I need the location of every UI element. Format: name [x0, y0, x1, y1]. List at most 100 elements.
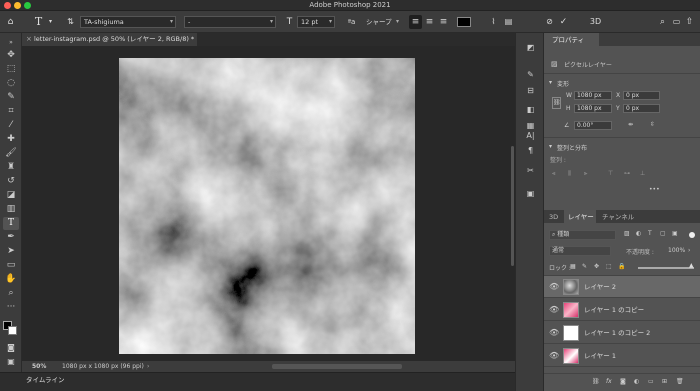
filter-toggle[interactable]: [689, 232, 695, 238]
opacity-value[interactable]: 100%: [668, 247, 685, 254]
timeline-tab[interactable]: タイムライン: [26, 376, 65, 384]
lock-image-icon[interactable]: ✎: [582, 263, 587, 270]
align-top-edges-icon[interactable]: ⊤: [608, 170, 613, 177]
text-color-swatch[interactable]: [457, 17, 471, 27]
font-style-select[interactable]: - ▾: [184, 16, 276, 28]
color-panel-icon[interactable]: ◧: [524, 103, 537, 116]
character-panel-icon[interactable]: ▤: [502, 15, 515, 29]
zoom-tool-icon[interactable]: ⌕: [3, 287, 19, 300]
libraries-icon[interactable]: ▣: [524, 187, 537, 200]
height-field[interactable]: 1080 px: [574, 104, 612, 113]
close-tab-icon[interactable]: ×: [26, 33, 32, 46]
visibility-eye-icon[interactable]: 👁: [549, 282, 559, 291]
chevron-down-icon[interactable]: ▾: [44, 15, 57, 29]
rectangle-tool-icon[interactable]: ▭: [3, 259, 19, 272]
workspace-icon[interactable]: ▭: [670, 15, 683, 29]
warp-text-icon[interactable]: ⌇: [487, 15, 500, 29]
filter-adjustment-icon[interactable]: ◐: [636, 230, 641, 237]
chevron-down-icon[interactable]: ▾: [549, 143, 552, 150]
chevron-down-icon[interactable]: ▾: [549, 79, 552, 86]
search-icon[interactable]: ⌕: [656, 15, 669, 29]
visibility-eye-icon[interactable]: 👁: [549, 305, 559, 314]
path-selection-tool-icon[interactable]: ➤: [3, 245, 19, 258]
document-tab[interactable]: × letter-instagram.psd @ 50% (レイヤー 2, RG…: [22, 33, 197, 46]
y-field[interactable]: 0 px: [623, 104, 660, 113]
angle-field[interactable]: 0.00°: [574, 121, 612, 130]
eyedropper-tool-icon[interactable]: ⁄: [3, 119, 19, 132]
history-panel-icon[interactable]: ◩: [524, 41, 537, 54]
hand-tool-icon[interactable]: ✋: [3, 273, 19, 286]
clone-stamp-tool-icon[interactable]: ♜: [3, 161, 19, 174]
chevron-right-icon[interactable]: ›: [688, 247, 690, 254]
horizontal-scrollbar[interactable]: [272, 364, 402, 369]
cancel-icon[interactable]: ⊘: [543, 15, 556, 29]
more-options-icon[interactable]: •••: [649, 186, 660, 193]
layer-row[interactable]: 👁 レイヤー 1: [544, 345, 700, 367]
new-layer-icon[interactable]: ⊞: [662, 378, 667, 385]
gradient-tool-icon[interactable]: ▥: [3, 203, 19, 216]
tools-preset-icon[interactable]: ✂: [524, 164, 537, 177]
layer-filter-select[interactable]: ⌕ 種類: [549, 230, 616, 240]
pen-tool-icon[interactable]: ✒: [3, 231, 19, 244]
background-color-swatch[interactable]: [8, 326, 17, 335]
layer-row[interactable]: 👁 レイヤー 1 のコピー: [544, 299, 700, 321]
align-center-icon[interactable]: ≡: [423, 15, 436, 29]
history-brush-tool-icon[interactable]: ↺: [3, 175, 19, 188]
quick-mask-icon[interactable]: ◙: [3, 341, 19, 354]
new-group-icon[interactable]: ▭: [648, 378, 654, 385]
scrollbar-thumb[interactable]: [511, 146, 514, 266]
commit-check-icon[interactable]: ✓: [557, 15, 570, 29]
visibility-eye-icon[interactable]: 👁: [549, 351, 559, 360]
screen-mode-icon[interactable]: ▣: [3, 355, 19, 368]
slider-handle-icon[interactable]: ▲: [689, 262, 694, 269]
flip-horizontal-icon[interactable]: ⇹: [628, 121, 633, 128]
paragraph-panel-icon[interactable]: ¶: [524, 144, 537, 157]
eraser-tool-icon[interactable]: ◪: [3, 189, 19, 202]
add-mask-icon[interactable]: ◙: [620, 378, 626, 385]
marquee-tool-icon[interactable]: ⬚: [3, 63, 19, 76]
x-field[interactable]: 0 px: [623, 91, 660, 100]
align-right-edges-icon[interactable]: ⫸: [584, 170, 587, 178]
tab-channels[interactable]: チャンネル: [602, 211, 634, 223]
link-dimensions-icon[interactable]: ⛓: [552, 97, 561, 109]
align-vertical-centers-icon[interactable]: ⊶: [624, 170, 630, 177]
width-field[interactable]: 1080 px: [574, 91, 612, 100]
zoom-level[interactable]: 50%: [32, 361, 46, 372]
align-right-icon[interactable]: ≡: [437, 15, 450, 29]
visibility-eye-icon[interactable]: 👁: [549, 328, 559, 337]
lock-transparent-icon[interactable]: ▦: [570, 263, 576, 270]
lock-all-icon[interactable]: 🔒: [618, 263, 625, 270]
flip-vertical-icon[interactable]: ⇳: [650, 121, 655, 128]
info-menu-icon[interactable]: ›: [147, 361, 149, 372]
brush-settings-icon[interactable]: ✎: [524, 68, 537, 81]
filter-smart-object-icon[interactable]: ▣: [672, 230, 678, 237]
3d-icon[interactable]: 3D: [589, 15, 602, 29]
home-icon[interactable]: ⌂: [4, 15, 17, 29]
brush-tool-icon[interactable]: 🖌: [3, 147, 19, 160]
lock-artboard-icon[interactable]: ⬚: [606, 263, 612, 270]
character-panel-icon[interactable]: A|: [524, 129, 537, 142]
filter-pixel-icon[interactable]: ▨: [624, 230, 630, 237]
healing-brush-tool-icon[interactable]: ✚: [3, 133, 19, 146]
font-size-select[interactable]: 12 pt ▾: [297, 16, 335, 28]
font-family-select[interactable]: TA-shigiuma ▾: [80, 16, 176, 28]
type-tool-icon[interactable]: T: [3, 217, 19, 230]
filter-shape-icon[interactable]: ▢: [660, 230, 666, 237]
align-bottom-edges-icon[interactable]: ⊥: [640, 170, 645, 177]
toolbar-collapse-icon[interactable]: »: [3, 36, 19, 49]
text-orientation-icon[interactable]: ⇅: [64, 15, 77, 29]
move-tool-icon[interactable]: ✥: [3, 49, 19, 62]
crop-tool-icon[interactable]: ⌗: [3, 105, 19, 118]
align-left-edges-icon[interactable]: ⫷: [552, 170, 555, 178]
anti-alias-select[interactable]: シャープ ▾: [362, 16, 402, 28]
fill-slider[interactable]: [638, 267, 694, 269]
filter-type-icon[interactable]: T: [648, 230, 652, 237]
lock-position-icon[interactable]: ✥: [594, 263, 599, 270]
adjustments-icon[interactable]: ⊟: [524, 84, 537, 97]
document-canvas[interactable]: [119, 58, 415, 354]
link-layers-icon[interactable]: ⛓: [592, 378, 600, 385]
trash-icon[interactable]: 🗑: [676, 378, 684, 385]
layer-row[interactable]: 👁 レイヤー 1 のコピー 2: [544, 322, 700, 344]
quick-selection-tool-icon[interactable]: ✎: [3, 91, 19, 104]
lasso-tool-icon[interactable]: ◌: [3, 77, 19, 90]
